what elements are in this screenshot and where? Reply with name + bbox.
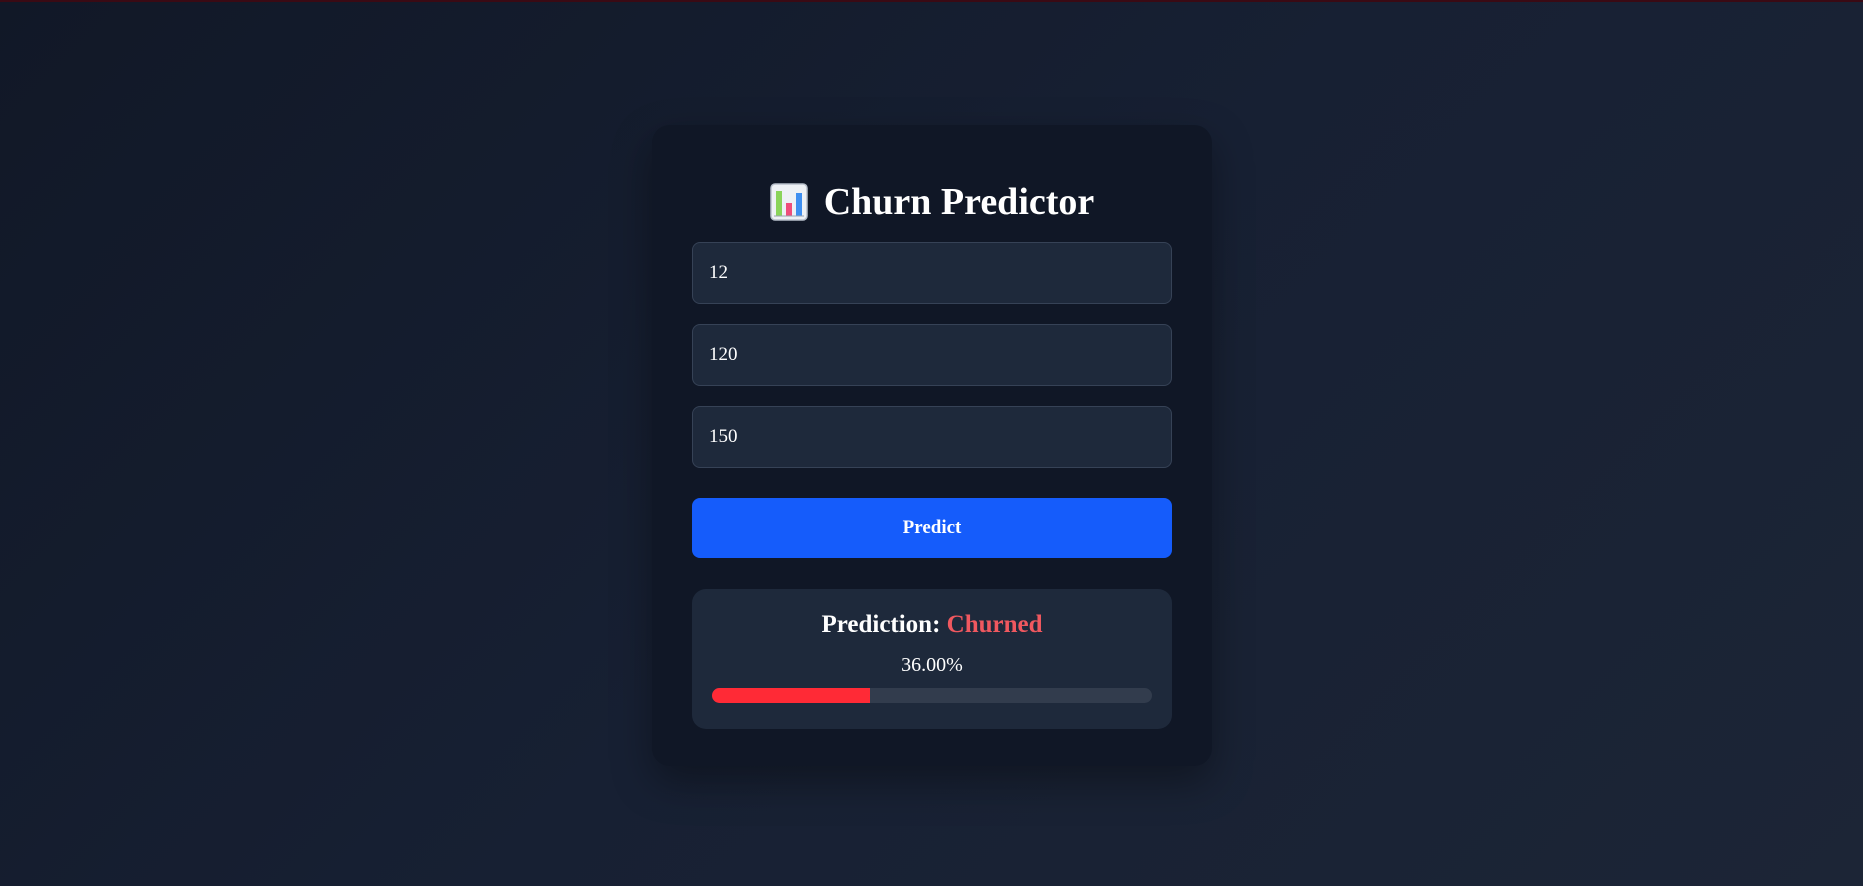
title-text: Churn Predictor [823, 181, 1095, 223]
result-heading: Prediction: Churned [712, 609, 1152, 641]
input-field-2[interactable] [692, 324, 1172, 386]
bar-chart-icon [769, 183, 808, 221]
input-field-1[interactable] [692, 242, 1172, 304]
predict-button[interactable]: Predict [692, 498, 1172, 558]
probability-bar [712, 688, 1152, 703]
result-value: Churned [946, 611, 1043, 638]
page-title: Churn Predictor [692, 172, 1172, 232]
result-panel: Prediction: Churned 36.00% [692, 589, 1172, 729]
input-field-3[interactable] [692, 406, 1172, 468]
probability-bar-fill [712, 688, 871, 703]
top-border [0, 0, 1863, 2]
probability-text: 36.00% [901, 654, 963, 676]
result-label: Prediction: [821, 611, 941, 638]
predictor-card: Churn Predictor Predict Prediction: Chur… [652, 125, 1212, 766]
